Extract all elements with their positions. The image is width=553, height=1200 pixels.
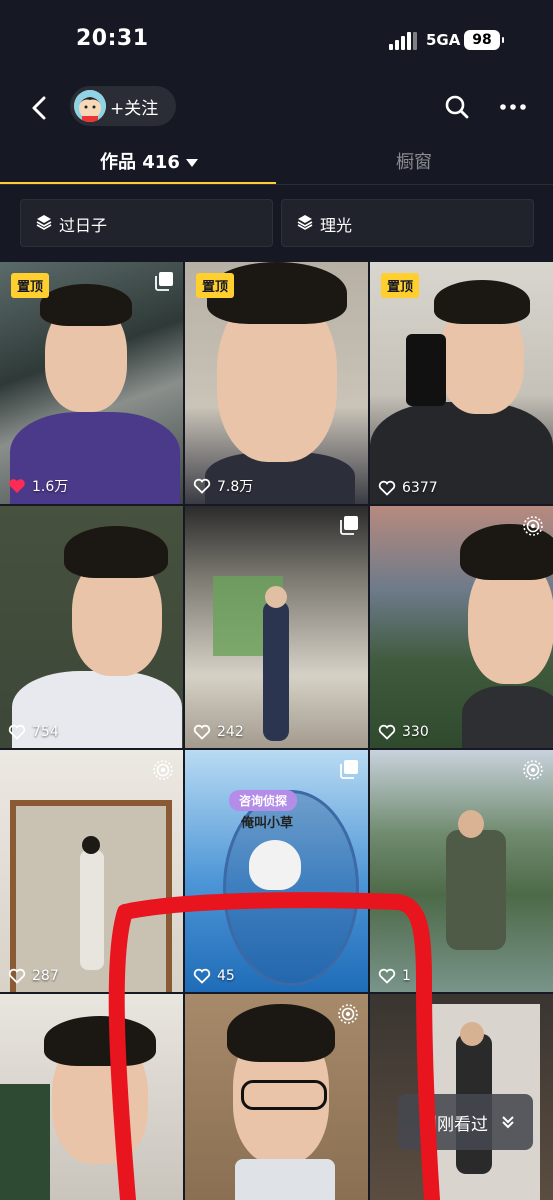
collection-label: 理光 [320, 216, 353, 235]
follow-label: +关注 [110, 99, 159, 119]
like-count-value: 1.6万 [32, 479, 69, 495]
heart-outline-icon [378, 968, 396, 984]
video-thumbnail[interactable]: 1 [370, 750, 553, 992]
chevron-left-icon [32, 96, 46, 120]
like-count: 754 [8, 724, 59, 740]
follow-button[interactable]: +关注 [70, 86, 176, 126]
like-count-value: 1 [402, 968, 411, 984]
more-button[interactable] [496, 92, 530, 122]
layers-icon [36, 215, 52, 230]
like-count-value: 7.8万 [217, 479, 254, 495]
tab-works[interactable]: 作品 416 [100, 148, 198, 174]
collection-label: 过日子 [59, 216, 108, 235]
like-count-value: 6377 [402, 480, 438, 496]
overlay-name: 俺叫小草 [241, 816, 294, 831]
caret-down-icon [185, 159, 198, 167]
avatar [74, 90, 106, 122]
network-type: 5GA [426, 31, 461, 49]
like-count: 1.6万 [8, 476, 68, 496]
like-count: 1 [378, 968, 411, 984]
multi-image-icon [340, 760, 358, 779]
like-count-value: 754 [32, 724, 59, 740]
status-bar: 20:31 5GA 98 [0, 0, 553, 80]
tab-divider [0, 184, 553, 185]
video-thumbnail[interactable] [0, 994, 183, 1200]
live-photo-icon [523, 516, 543, 536]
live-photo-icon [153, 760, 173, 780]
live-photo-icon [338, 1004, 358, 1024]
like-count: 242 [193, 724, 244, 740]
battery-indicator: 98 [464, 30, 504, 50]
profile-tabs: 作品 416 橱窗 [0, 136, 553, 186]
double-chevron-down-icon [502, 1116, 514, 1129]
heart-outline-icon [193, 478, 211, 494]
collection-guorizi[interactable]: 过日子 [20, 199, 273, 247]
tab-works-label: 作品 416 [100, 152, 180, 173]
signal-icon [389, 32, 417, 50]
search-icon [445, 95, 469, 119]
heart-outline-icon [8, 724, 26, 740]
video-thumbnail[interactable]: 置顶 1.6万 [0, 262, 183, 504]
video-thumbnail[interactable]: 287 [0, 750, 183, 992]
heart-outline-icon [378, 724, 396, 740]
back-button[interactable] [22, 90, 58, 126]
layers-icon [297, 215, 313, 230]
overlay-title: 咨询侦探 [229, 790, 298, 811]
multi-image-icon [155, 272, 173, 291]
pinned-badge: 置顶 [11, 273, 50, 298]
top-nav: +关注 [0, 80, 553, 136]
heart-outline-icon [8, 968, 26, 984]
like-count-value: 45 [217, 968, 235, 984]
heart-outline-icon [378, 480, 396, 496]
like-count-value: 330 [402, 724, 429, 740]
like-count: 330 [378, 724, 429, 740]
video-thumbnail[interactable]: 242 [185, 506, 368, 748]
heart-filled-icon [9, 479, 25, 493]
video-thumbnail[interactable]: 754 [0, 506, 183, 748]
tab-showcase[interactable]: 橱窗 [396, 148, 432, 174]
like-count-value: 242 [217, 724, 244, 740]
recently-viewed-label: 刚刚看过 [420, 1115, 488, 1135]
like-count: 7.8万 [193, 476, 253, 496]
video-thumbnail[interactable]: 咨询侦探 俺叫小草 45 [185, 750, 368, 992]
more-dots-icon [500, 104, 526, 110]
like-count: 45 [193, 968, 235, 984]
collection-ricoh[interactable]: 理光 [281, 199, 534, 247]
search-button[interactable] [442, 92, 472, 122]
video-thumbnail[interactable]: 置顶 7.8万 [185, 262, 368, 504]
video-thumbnail[interactable]: 330 [370, 506, 553, 748]
heart-outline-icon [193, 724, 211, 740]
like-count: 287 [8, 968, 59, 984]
pinned-badge: 置顶 [381, 273, 420, 298]
like-count-value: 287 [32, 968, 59, 984]
video-thumbnail[interactable] [185, 994, 368, 1200]
heart-outline-icon [193, 968, 211, 984]
video-thumbnail[interactable]: 置顶 6377 [370, 262, 553, 504]
multi-image-icon [340, 516, 358, 535]
status-time: 20:31 [76, 26, 149, 51]
collections-row: 过日子 理光 [0, 199, 553, 247]
like-count: 6377 [378, 480, 438, 496]
live-photo-icon [523, 760, 543, 780]
recently-viewed-button[interactable]: 刚刚看过 [398, 1094, 533, 1150]
pinned-badge: 置顶 [196, 273, 235, 298]
